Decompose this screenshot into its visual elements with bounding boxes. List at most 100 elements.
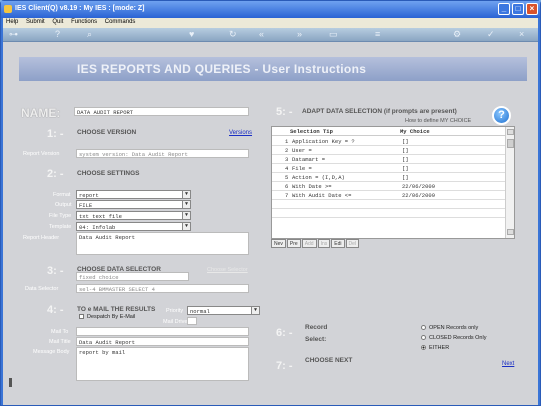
menu-commands[interactable]: Commands <box>105 19 136 25</box>
data-selector-field[interactable]: sel-4 BMMASTER SELECT 4 <box>76 284 249 293</box>
my-choice[interactable]: [] <box>402 165 409 172</box>
scroll-up-icon[interactable] <box>507 129 514 135</box>
main-content: IES REPORTS AND QUERIES - User Instructi… <box>3 42 538 405</box>
table-row[interactable]: 7 With Audit Date <= 22/06/2009 <box>272 191 506 200</box>
search-icon[interactable]: ⌕ <box>87 30 92 39</box>
grid-header: Selection Tip My Choice <box>272 127 506 136</box>
menu-help[interactable]: Help <box>6 19 18 25</box>
report-header-label: Report Header <box>23 235 60 241</box>
forward-icon[interactable]: » <box>297 30 302 39</box>
table-row[interactable]: 3 Datamart = [] <box>272 155 506 164</box>
heart-icon[interactable]: ♥ <box>189 30 194 39</box>
help-icon[interactable]: ? <box>492 106 511 125</box>
chevron-down-icon[interactable]: ▼ <box>251 307 259 314</box>
choose-selector-link[interactable]: Choose Selector <box>207 267 248 273</box>
report-header-field[interactable]: Data Audit Report <box>76 232 249 255</box>
radio-closed-records[interactable]: CLOSED Records Only <box>421 335 486 341</box>
table-row[interactable] <box>272 209 506 218</box>
app-window: IES Client(Q) v8.19 : My IES : [mode: Z]… <box>0 0 541 406</box>
table-row[interactable]: 5 Action = (I,D,A) [] <box>272 173 506 182</box>
col-selection-tip: Selection Tip <box>290 128 333 135</box>
despatch-checkbox[interactable]: Despatch By E-Mail <box>79 314 135 320</box>
selection-tip: User = <box>292 147 312 154</box>
chevron-down-icon[interactable]: ▼ <box>182 201 190 208</box>
scroll-thumb[interactable] <box>507 139 514 148</box>
table-row[interactable]: 6 With Date >= 22/06/2009 <box>272 182 506 191</box>
key-icon[interactable]: ⊶ <box>9 30 18 39</box>
priority-select[interactable]: normal ▼ <box>187 306 260 315</box>
message-body-field[interactable]: report by mail <box>76 347 249 381</box>
window-icon[interactable]: ▭ <box>329 30 338 39</box>
my-choice[interactable]: 22/06/2009 <box>402 183 435 190</box>
minimize-button[interactable]: _ <box>498 3 510 15</box>
template-select[interactable]: 04: Infolab ▼ <box>76 222 191 231</box>
row-number: 3 <box>285 156 289 163</box>
selector-choice-field[interactable]: fixed choice <box>76 272 189 281</box>
report-version-field[interactable]: system version: Data Audit Report <box>76 149 249 158</box>
step3-number: 3: - <box>47 265 64 277</box>
versions-link[interactable]: Versions <box>229 130 252 136</box>
output-select[interactable]: FILE ▼ <box>76 200 191 209</box>
radio-selected-icon[interactable] <box>421 345 426 351</box>
table-row[interactable]: 1 Application Key = ? [] <box>272 137 506 146</box>
radio-open-records[interactable]: OPEN Records only <box>421 325 478 331</box>
title-bar: IES Client(Q) v8.19 : My IES : [mode: Z]… <box>1 1 540 18</box>
record-label: Record <box>305 324 328 331</box>
radio-either[interactable]: EITHER <box>421 345 449 351</box>
delete-button[interactable]: Del <box>345 239 360 248</box>
radio-icon[interactable] <box>421 335 426 341</box>
mail-to-field[interactable] <box>76 327 249 336</box>
format-select[interactable]: report ▼ <box>76 190 191 199</box>
chevron-down-icon[interactable]: ▼ <box>182 223 190 230</box>
help-icon[interactable]: ? <box>55 30 60 39</box>
prev-button[interactable]: Pre <box>286 239 301 248</box>
mail-title-field[interactable]: Data Audit Report <box>76 337 249 346</box>
selection-tip: With Date >= <box>292 183 332 190</box>
my-choice[interactable]: [] <box>402 156 409 163</box>
table-row[interactable]: 2 User = [] <box>272 146 506 155</box>
refresh-icon[interactable]: ↻ <box>229 30 237 39</box>
table-row[interactable]: 4 File = [] <box>272 164 506 173</box>
chevron-down-icon[interactable]: ▼ <box>182 191 190 198</box>
my-choice[interactable]: [] <box>402 138 409 145</box>
menu-bar: Help Submit Quit Functions Commands <box>3 18 538 28</box>
data-selector-label: Data Selector <box>25 286 59 292</box>
chevron-down-icon[interactable]: ▼ <box>182 212 190 219</box>
close-icon[interactable]: × <box>519 30 524 39</box>
row-number: 4 <box>285 165 289 172</box>
radio-closed-label: CLOSED Records Only <box>429 335 487 341</box>
my-choice[interactable]: [] <box>402 147 409 154</box>
my-choice[interactable]: 22/06/2009 <box>402 192 435 199</box>
grid-scrollbar[interactable] <box>505 127 514 238</box>
menu-quit[interactable]: Quit <box>52 19 63 25</box>
how-to-define-link[interactable]: How to define MY CHOICE <box>405 118 471 124</box>
step5-number: 5: - <box>276 106 293 118</box>
step2-number: 2: - <box>47 168 64 180</box>
table-row[interactable] <box>272 200 506 209</box>
next-link[interactable]: Next <box>502 361 514 367</box>
check-icon[interactable]: ✓ <box>487 30 495 39</box>
my-choice[interactable]: [] <box>402 174 409 181</box>
checkbox-icon[interactable] <box>79 314 84 320</box>
report-name-field[interactable]: DATA AUDIT REPORT <box>74 107 249 116</box>
gear-icon[interactable]: ⚙ <box>453 30 461 39</box>
insert-button[interactable]: Ins <box>317 239 331 248</box>
new-button[interactable]: Nev <box>271 239 286 248</box>
stack-icon[interactable]: ≡ <box>375 30 380 39</box>
row-number: 1 <box>285 138 289 145</box>
add-button[interactable]: Add <box>301 239 317 248</box>
edit-button[interactable]: Edi <box>331 239 345 248</box>
page-banner: IES REPORTS AND QUERIES - User Instructi… <box>19 57 527 81</box>
scroll-down-icon[interactable] <box>507 229 514 235</box>
mail-to-label: Mail To <box>51 329 69 335</box>
filetype-select[interactable]: txt text file ▼ <box>76 211 191 220</box>
close-button[interactable]: × <box>526 3 538 15</box>
rewind-icon[interactable]: « <box>259 30 264 39</box>
menu-functions[interactable]: Functions <box>71 19 97 25</box>
radio-icon[interactable] <box>421 325 426 331</box>
step4-title: TO e MAIL THE RESULTS <box>77 306 156 313</box>
row-number: 5 <box>285 174 289 181</box>
menu-submit[interactable]: Submit <box>26 19 45 25</box>
maximize-button[interactable]: □ <box>512 3 524 15</box>
mail-drive-field[interactable] <box>187 317 197 325</box>
